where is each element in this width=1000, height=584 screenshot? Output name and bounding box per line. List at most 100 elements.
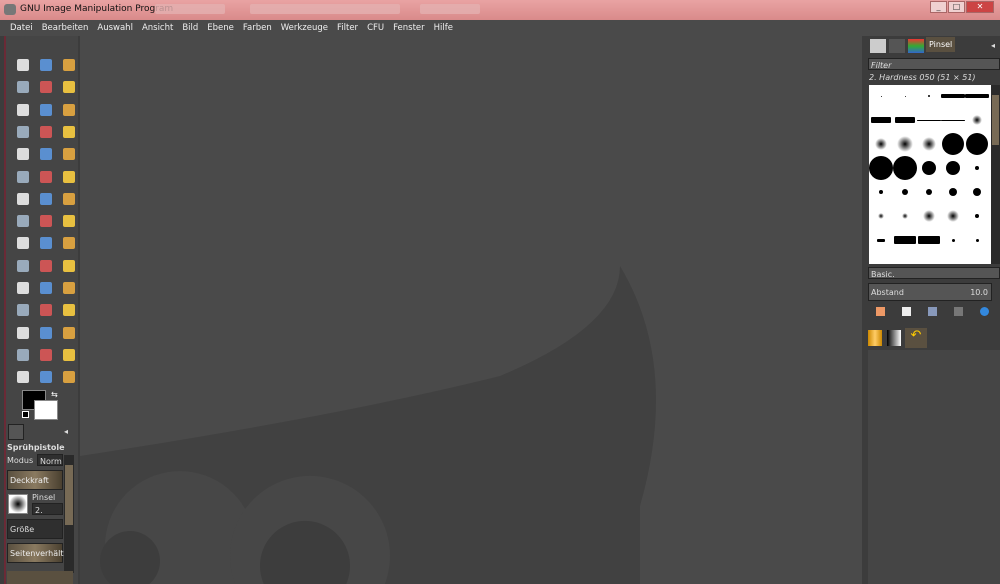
menu-ansicht[interactable]: Ansicht (142, 20, 178, 36)
brush-preset-select[interactable]: Basic. (868, 267, 1000, 279)
brush-swatch[interactable] (918, 236, 940, 244)
brush-swatch[interactable] (973, 188, 981, 196)
brush-swatch[interactable] (972, 115, 982, 125)
brush-swatch[interactable] (966, 133, 988, 155)
close-button[interactable]: ✕ (966, 1, 994, 13)
plugin-a-tool-icon[interactable] (40, 304, 52, 317)
foreground-select-tool-icon[interactable] (17, 103, 29, 116)
brush-swatch[interactable] (965, 94, 989, 98)
menu-datei[interactable]: Datei (10, 20, 38, 36)
brush-grid[interactable] (869, 85, 991, 264)
brush-select[interactable]: 2. Hardness (32, 503, 63, 515)
maximize-button[interactable]: □ (948, 1, 965, 13)
eraser-tool-icon[interactable] (40, 237, 52, 250)
tab-brushes[interactable]: Pinsel (926, 37, 956, 52)
brush-preview[interactable] (8, 494, 28, 514)
spacing-slider[interactable]: Abstand 10.0 (868, 283, 992, 301)
color-select-tool-icon[interactable] (40, 81, 52, 94)
pencil-tool-icon[interactable] (63, 215, 75, 228)
menu-bearbeiten[interactable]: Bearbeiten (42, 20, 94, 36)
refresh-brushes-icon[interactable] (980, 307, 989, 316)
brush-swatch[interactable] (894, 236, 916, 244)
edit-brush-icon[interactable] (876, 307, 885, 316)
patterns-tab-icon[interactable] (868, 330, 882, 346)
layers-tab-icon[interactable] (870, 39, 886, 53)
brush-swatch[interactable] (879, 190, 883, 194)
brush-swatch[interactable] (949, 188, 957, 196)
rect-select-tool-icon[interactable] (17, 59, 29, 71)
image-canvas[interactable] (80, 36, 862, 584)
zoom-tool-icon[interactable] (17, 125, 29, 138)
scissors-tool-icon[interactable] (63, 81, 75, 94)
paths-tool-icon[interactable] (40, 103, 52, 116)
aspect-ratio-slider[interactable]: Seitenverhält. (7, 543, 66, 563)
brush-swatch[interactable] (871, 117, 891, 123)
rotate-tool-icon[interactable] (63, 148, 75, 161)
menu-filter[interactable]: Filter (337, 20, 363, 36)
plugin-g-tool-icon[interactable] (40, 348, 52, 361)
horizontal-scrollbar[interactable] (7, 571, 73, 584)
perspective-clone-tool-icon[interactable] (17, 282, 29, 294)
ellipse-select-tool-icon[interactable] (40, 59, 52, 71)
plugin-d-tool-icon[interactable] (40, 326, 52, 339)
brush-swatch[interactable] (902, 189, 908, 195)
crop-tool-icon[interactable] (40, 148, 52, 161)
gradients-tab-icon[interactable] (887, 330, 901, 346)
brush-swatch[interactable] (922, 137, 936, 151)
menu-hilfe[interactable]: Hilfe (434, 20, 458, 36)
brush-swatch[interactable] (946, 161, 960, 175)
paintbrush-tool-icon[interactable] (17, 237, 29, 250)
size-slider[interactable]: Größe (7, 519, 63, 539)
text-tool-icon[interactable] (63, 192, 75, 205)
minimize-button[interactable]: _ (930, 1, 947, 13)
align-tool-icon[interactable] (17, 148, 29, 161)
brush-swatch[interactable] (880, 95, 882, 97)
brush-swatch[interactable] (917, 119, 941, 121)
smudge-tool-icon[interactable] (63, 282, 75, 294)
channels-tab-icon[interactable] (908, 39, 924, 53)
brush-swatch[interactable] (893, 156, 917, 180)
duplicate-brush-icon[interactable] (928, 307, 937, 316)
plugin-f-tool-icon[interactable] (17, 348, 29, 361)
brush-swatch[interactable] (947, 210, 959, 222)
brush-swatch[interactable] (922, 161, 936, 175)
dock-menu-icon[interactable]: ◂ (991, 41, 995, 50)
tool-options-tab[interactable] (8, 424, 24, 440)
brush-swatch[interactable] (904, 95, 906, 97)
plugin-h-tool-icon[interactable] (63, 348, 75, 361)
brush-swatch[interactable] (926, 189, 932, 195)
airbrush-tool-icon[interactable] (63, 237, 75, 250)
brush-swatch[interactable] (941, 94, 965, 98)
brush-swatch[interactable] (877, 238, 885, 242)
undo-history-tab-icon[interactable]: ↶ (905, 328, 927, 348)
flip-tool-icon[interactable] (17, 192, 29, 205)
menu-ebene[interactable]: Ebene (207, 20, 239, 36)
new-brush-icon[interactable] (902, 307, 911, 316)
background-color[interactable] (34, 400, 58, 420)
plugin-i-tool-icon[interactable] (17, 371, 29, 384)
brush-swatch[interactable] (975, 238, 979, 242)
brush-swatch[interactable] (941, 119, 965, 121)
scale-tool-icon[interactable] (17, 170, 29, 183)
plugin-e-tool-icon[interactable] (63, 326, 75, 339)
tool-options-scrollbar[interactable] (64, 455, 74, 573)
default-colors-icon[interactable] (22, 411, 29, 418)
brush-swatch[interactable] (975, 166, 979, 170)
delete-brush-icon[interactable] (954, 307, 963, 316)
brush-swatch[interactable] (928, 95, 930, 97)
brush-swatch[interactable] (897, 136, 913, 152)
brush-swatch[interactable] (869, 156, 893, 180)
swap-colors-icon[interactable]: ⇆ (51, 390, 58, 399)
opacity-slider[interactable]: Deckkraft (7, 470, 63, 490)
plugin-c-tool-icon[interactable] (17, 326, 29, 339)
perspective-tool-icon[interactable] (63, 170, 75, 183)
brush-swatch[interactable] (902, 213, 908, 219)
brush-swatch[interactable] (923, 210, 935, 222)
brush-swatch[interactable] (975, 214, 979, 218)
blend-tool-icon[interactable] (40, 215, 52, 228)
fuzzy-select-tool-icon[interactable] (17, 81, 29, 94)
brush-filter[interactable]: Filter (868, 58, 1000, 70)
plugin-k-tool-icon[interactable] (63, 371, 75, 384)
blur-tool-icon[interactable] (40, 282, 52, 294)
brush-swatch[interactable] (951, 238, 955, 242)
